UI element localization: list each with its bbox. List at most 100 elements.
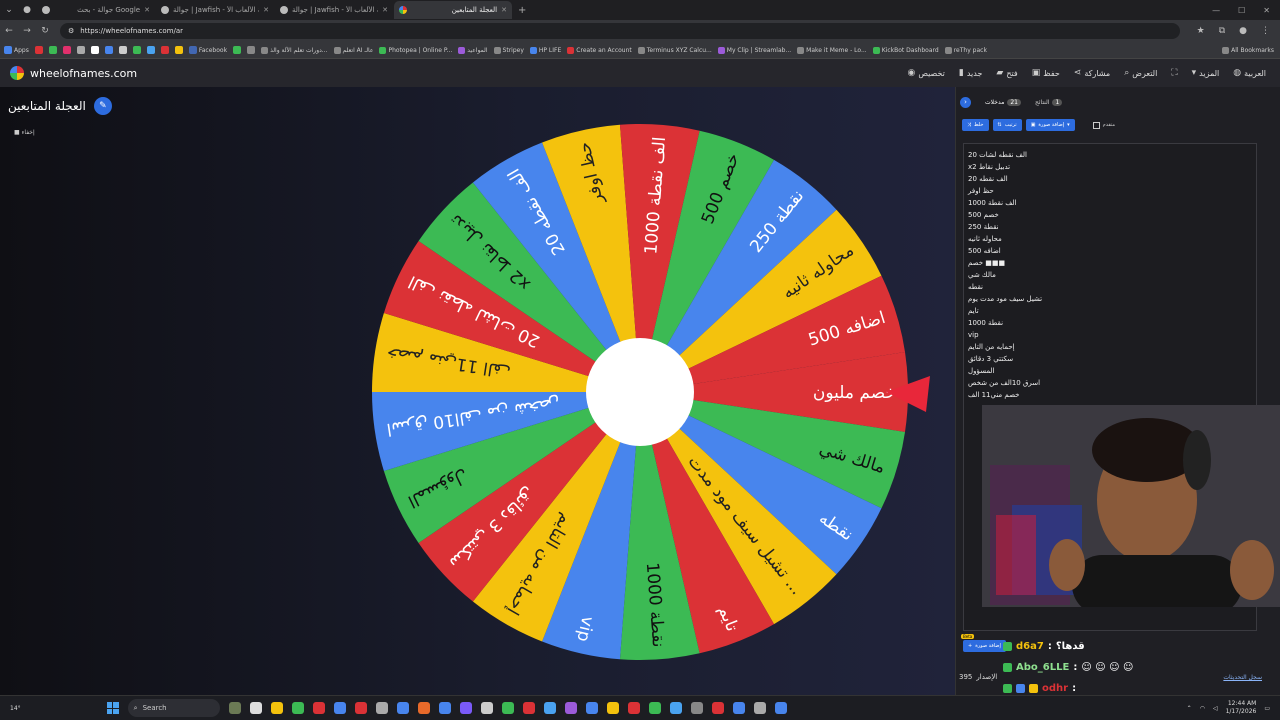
gallery-button[interactable]: ⌕ التعرض [1124, 68, 1157, 78]
close-tab-icon[interactable]: ✕ [144, 6, 150, 14]
bookmark-icon[interactable] [118, 46, 127, 54]
bookmark-icon[interactable] [160, 46, 169, 54]
bookmark-item[interactable]: Make it Meme - Lo... [797, 46, 867, 54]
app-icon[interactable] [690, 702, 703, 714]
new-tab-icon[interactable]: + [518, 5, 526, 16]
open-button[interactable]: ▰ فتح [996, 68, 1017, 78]
hide-button[interactable]: ■ إخفاء [14, 129, 35, 136]
discord-icon[interactable] [459, 702, 472, 714]
maximize-icon[interactable]: ☐ [1238, 6, 1245, 15]
app-icon[interactable] [753, 702, 766, 714]
bookmark-item[interactable]: Terminus XYZ Calcu... [637, 46, 712, 54]
bookmark-icon[interactable] [146, 46, 155, 54]
chevron-up-icon[interactable]: ⌃ [1187, 705, 1192, 712]
all-bookmarks[interactable]: All Bookmarks [1222, 46, 1280, 54]
browser-tab[interactable]: جوالة - بحث Google ✕ [37, 1, 155, 19]
chrome-icon[interactable] [522, 702, 535, 714]
wheel-spinner[interactable]: خصم مليونمالك شينقطهتشيل سيف مود مدت ...… [370, 122, 930, 662]
bookmark-icon[interactable] [48, 46, 57, 54]
bookmark-item[interactable]: المواعيد [458, 46, 488, 54]
url-input[interactable]: ⚙ https://wheelofnames.com/ar [60, 23, 1180, 39]
app-icon[interactable] [480, 702, 493, 714]
app-icon[interactable] [774, 702, 787, 714]
profile-icon[interactable]: ● [18, 5, 36, 15]
taskbar-search[interactable]: ⌕ Search [127, 699, 220, 717]
shuffle-button[interactable]: ⤨ خلط [962, 119, 989, 131]
volume-icon[interactable]: ◁ [1213, 705, 1218, 712]
app-icon[interactable] [501, 702, 514, 714]
network-icon[interactable]: ◠ [1200, 705, 1205, 712]
back-icon[interactable]: ← [0, 26, 18, 36]
bookmark-item[interactable]: My Clip | Streamlab... [717, 46, 791, 54]
file-explorer-icon[interactable] [270, 702, 283, 714]
bookmark-icon[interactable] [174, 46, 183, 54]
site-logo[interactable]: wheelofnames.com [10, 66, 137, 80]
bookmark-icon[interactable] [247, 46, 256, 54]
bookmark-item[interactable]: reThy pack [944, 46, 987, 54]
app-icon[interactable] [312, 702, 325, 714]
widget-icon[interactable] [228, 702, 241, 714]
app-icon[interactable] [543, 702, 556, 714]
close-window-icon[interactable]: ✕ [1263, 6, 1270, 15]
tab-results[interactable]: النتائج 1 [1035, 98, 1063, 106]
bookmark-item[interactable]: Photopea | Online P... [379, 46, 452, 54]
browser-tab[interactable]: جوالة | Jawfish - منصة الألعاب الأ... ✕ [275, 1, 393, 19]
wheel-center[interactable] [586, 338, 694, 446]
instagram-icon[interactable] [62, 46, 71, 54]
app-icon[interactable] [732, 702, 745, 714]
close-tab-icon[interactable]: ✕ [263, 6, 269, 14]
add-image-button[interactable]: ▣ إضافة صورة ▾ [1025, 119, 1075, 131]
more-menu[interactable]: ▾ المزيد [1192, 68, 1220, 78]
close-tab-icon[interactable]: ✕ [382, 6, 388, 14]
bookmark-item[interactable]: KickBot Dashboard [872, 46, 939, 54]
browser-tab-active[interactable]: العجلة المتابعين ✕ [394, 1, 512, 19]
bookmark-item[interactable]: اتعلم AI عالـ [333, 46, 373, 54]
forward-icon[interactable]: → [18, 26, 36, 36]
bookmark-icon[interactable] [233, 46, 242, 54]
new-button[interactable]: ▮ جديد [959, 68, 983, 78]
app-icon[interactable] [438, 702, 451, 714]
bookmark-icon[interactable] [90, 46, 99, 54]
app-icon[interactable] [417, 702, 430, 714]
add-image-beta-button[interactable]: Beta + إضافة صورة [961, 634, 1006, 652]
collapse-panel-icon[interactable]: › [960, 96, 971, 108]
menu-dots-icon[interactable]: ⋮ [1261, 26, 1270, 36]
app-icon[interactable] [606, 702, 619, 714]
app-icon[interactable] [354, 702, 367, 714]
bookmark-item[interactable]: HP LIFE [529, 46, 561, 54]
bookmark-star-icon[interactable]: ★ [1197, 26, 1205, 36]
task-view-icon[interactable] [249, 702, 262, 714]
bookmark-icon[interactable] [104, 46, 113, 54]
app-icon[interactable] [396, 702, 409, 714]
site-info-icon[interactable]: ⚙ [68, 27, 74, 35]
app-icon[interactable] [375, 702, 388, 714]
bookmark-icon[interactable] [76, 46, 85, 54]
save-button[interactable]: ▣ حفظ [1032, 68, 1060, 78]
app-icon[interactable] [585, 702, 598, 714]
bookmark-item[interactable]: دورات تعلم الآلة والذ... [261, 46, 328, 54]
fullscreen-button[interactable]: ⛶ [1171, 68, 1177, 78]
advanced-checkbox[interactable]: متقدم [1092, 121, 1115, 129]
app-icon[interactable] [564, 702, 577, 714]
edit-title-icon[interactable]: ✎ [93, 97, 112, 115]
extensions-icon[interactable]: ⧉ [1219, 26, 1225, 36]
share-button[interactable]: ⋖ مشاركة [1074, 68, 1110, 78]
windows-start-icon[interactable] [106, 702, 119, 714]
close-tab-icon[interactable]: ✕ [501, 6, 507, 14]
app-icon[interactable] [291, 702, 304, 714]
youtube-icon[interactable] [34, 46, 43, 54]
weather-widget[interactable]: 14° [10, 705, 21, 712]
clock[interactable]: 12:44 AM 1/17/2026 [1226, 700, 1257, 716]
reload-icon[interactable]: ↻ [36, 26, 54, 36]
app-icon[interactable] [627, 702, 640, 714]
tab-search-icon[interactable]: ⌄ [0, 5, 18, 15]
bookmark-apps[interactable]: Apps [4, 46, 29, 54]
bookmark-item[interactable]: Create an Account [567, 46, 632, 54]
customize-button[interactable]: ◉ تخصيص [907, 68, 944, 78]
brave-icon[interactable] [711, 702, 724, 714]
browser-tab[interactable]: جوالة | Jawfish - منصة الألعاب الأ... ✕ [156, 1, 274, 19]
profile-avatar-icon[interactable]: ● [1239, 26, 1247, 36]
tab-entries[interactable]: مدخلات 21 [985, 98, 1021, 106]
changelog-link[interactable]: سجل التحديثات [1223, 674, 1262, 681]
bookmark-icon[interactable] [132, 46, 141, 54]
